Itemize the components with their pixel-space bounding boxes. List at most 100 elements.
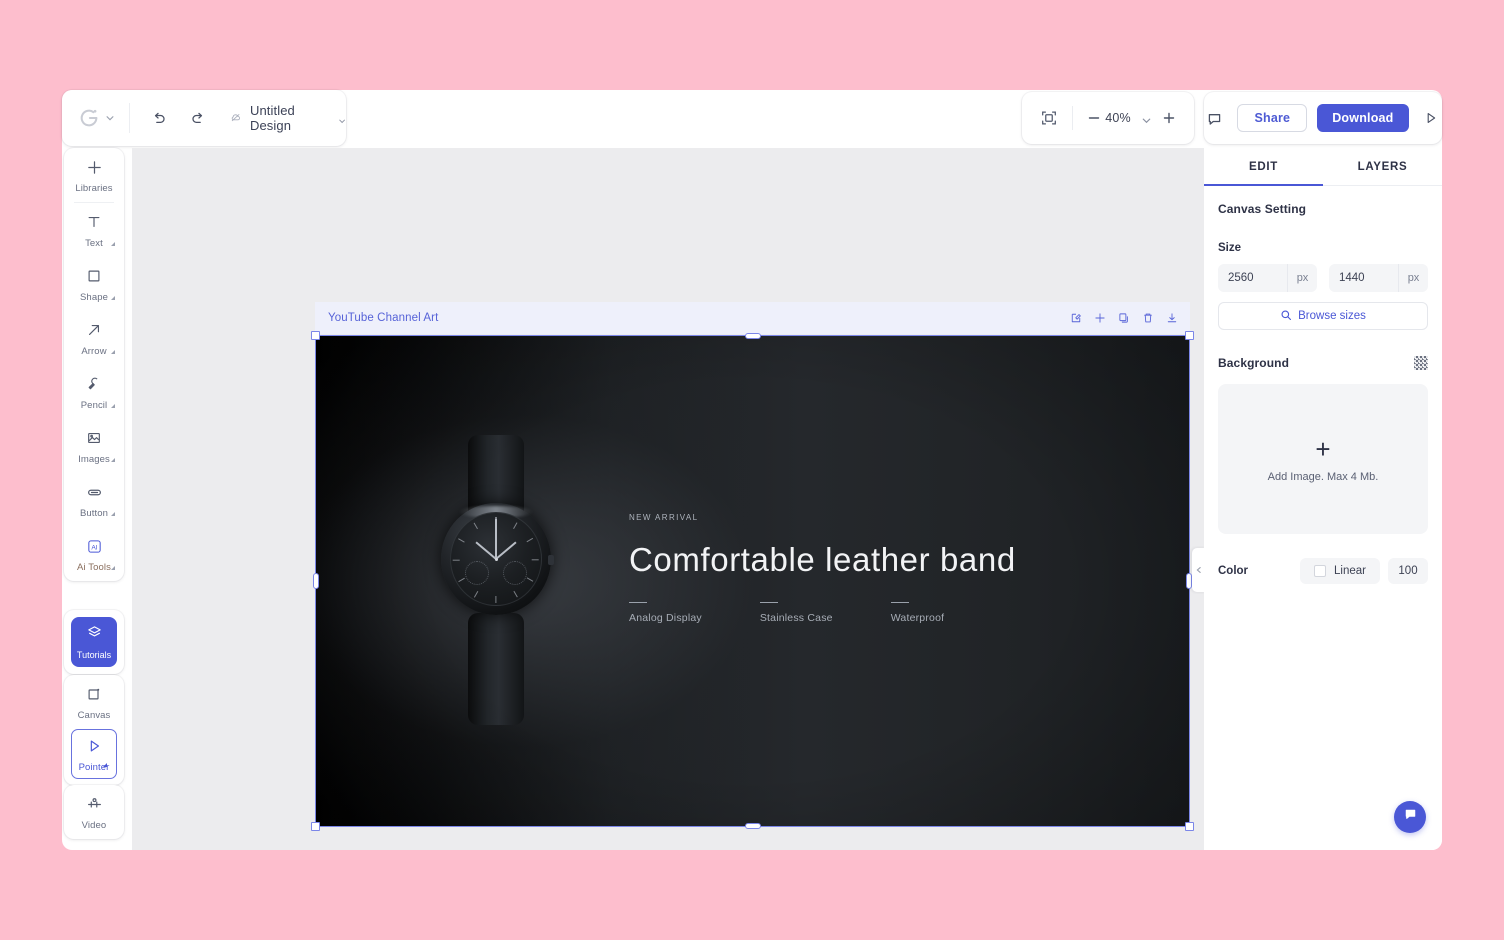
tool-pencil[interactable]: Pencil: [64, 365, 124, 419]
tool-label: Shape: [80, 292, 108, 303]
left-toolbar-video-group: Video: [64, 785, 124, 839]
tool-label: Ai Tools: [77, 562, 111, 573]
download-icon[interactable]: [1165, 311, 1179, 325]
canvas-width-input[interactable]: [1218, 272, 1287, 284]
right-panel: EDIT LAYERS Canvas Setting Size px px: [1204, 148, 1442, 850]
tool-label: Canvas: [77, 710, 111, 721]
image-icon: [86, 427, 102, 449]
browse-sizes-button[interactable]: Browse sizes: [1218, 302, 1428, 330]
chevron-down-icon: [105, 113, 115, 123]
tool-shape[interactable]: Shape: [64, 257, 124, 311]
opacity-field[interactable]: 100: [1388, 558, 1428, 584]
add-icon[interactable]: [1093, 311, 1107, 325]
color-row: Color Linear 100: [1218, 558, 1428, 584]
dropzone-label: Add Image. Max 4 Mb.: [1267, 470, 1379, 483]
left-toolbar-main: Libraries Text Shape Arrow Pencil Images…: [64, 148, 124, 581]
expand-corner-icon: [111, 566, 115, 570]
ai-icon: AI: [86, 535, 103, 557]
delete-icon[interactable]: [1141, 311, 1155, 325]
artboard-tools: [1069, 311, 1179, 325]
chevron-left-icon: [1195, 561, 1203, 579]
duplicate-icon[interactable]: [1117, 311, 1131, 325]
chat-icon: [1403, 807, 1418, 827]
tool-label: Arrow: [81, 346, 107, 357]
panel-tabs: EDIT LAYERS: [1204, 148, 1442, 186]
artboard-canvas[interactable]: NEW ARRIVAL Comfortable leather band Ana…: [315, 335, 1190, 827]
expand-corner-icon: [111, 512, 115, 516]
color-swatch[interactable]: [1314, 565, 1327, 577]
tool-text[interactable]: Text: [64, 203, 124, 257]
tool-libraries[interactable]: Libraries: [64, 148, 124, 202]
tool-images[interactable]: Images: [64, 419, 124, 473]
artboard-name[interactable]: YouTube Channel Art: [328, 312, 438, 324]
size-fields: px px: [1218, 264, 1428, 292]
redo-icon[interactable]: [184, 103, 214, 133]
width-unit: px: [1287, 264, 1317, 292]
tool-video[interactable]: Video: [64, 785, 124, 839]
tool-tutorials[interactable]: Tutorials: [71, 617, 117, 667]
expand-corner-icon: [111, 296, 115, 300]
share-button[interactable]: Share: [1237, 104, 1308, 132]
zoom-controls: 40%: [1022, 92, 1194, 144]
pencil-icon: [86, 373, 102, 395]
tool-label: Tutorials: [76, 650, 112, 660]
text-icon: [86, 211, 102, 233]
tool-ai-tools[interactable]: AI Ai Tools: [64, 527, 124, 581]
tool-arrow[interactable]: Arrow: [64, 311, 124, 365]
canvas-width-field[interactable]: px: [1218, 264, 1317, 292]
edit-icon[interactable]: [1069, 311, 1083, 325]
canvas-workspace[interactable]: YouTube Channel Art: [132, 148, 1206, 850]
tool-label: Video: [81, 820, 107, 831]
top-bar: Untitled Design 40% Share Download: [62, 90, 1442, 146]
zoom-in-button[interactable]: [1162, 111, 1176, 125]
zoom-out-button[interactable]: [1087, 111, 1101, 125]
tab-edit[interactable]: EDIT: [1204, 148, 1323, 186]
topbar-left-cluster: Untitled Design: [62, 90, 346, 146]
arrow-icon: [86, 319, 102, 341]
color-label: Color: [1218, 565, 1249, 577]
comment-icon[interactable]: [1204, 103, 1225, 133]
canvas-icon: [86, 683, 102, 705]
plus-icon: +: [1315, 433, 1331, 464]
search-icon: [1280, 309, 1292, 324]
artboard-header: YouTube Channel Art: [315, 302, 1190, 334]
help-chat-button[interactable]: [1394, 801, 1426, 833]
tool-label: Libraries: [75, 183, 113, 194]
chevron-down-icon[interactable]: [338, 113, 346, 124]
background-image-dropzone[interactable]: + Add Image. Max 4 Mb.: [1218, 384, 1428, 534]
layers-icon: [86, 624, 103, 646]
plus-icon: [86, 156, 103, 178]
download-button[interactable]: Download: [1317, 104, 1409, 132]
document-name-button[interactable]: Untitled Design: [228, 103, 346, 133]
undo-icon[interactable]: [144, 103, 174, 133]
color-mode-label: Linear: [1334, 565, 1366, 577]
svg-text:AI: AI: [91, 544, 97, 551]
square-icon: [86, 265, 102, 287]
color-mode-selector[interactable]: Linear: [1300, 558, 1380, 584]
tool-label: Pencil: [80, 400, 108, 411]
canvas-height-input[interactable]: [1329, 272, 1398, 284]
expand-corner-icon: [111, 350, 115, 354]
chevron-down-icon[interactable]: [1141, 113, 1152, 124]
fit-to-screen-icon[interactable]: [1040, 109, 1058, 127]
tool-canvas[interactable]: Canvas: [64, 675, 124, 729]
topbar-right-cluster: Share Download: [1204, 92, 1442, 144]
size-label: Size: [1218, 242, 1242, 254]
artboard-vignette: [315, 335, 1190, 827]
brand-logo: [78, 107, 100, 129]
expand-corner-icon: [103, 763, 107, 767]
brand-logo-button[interactable]: [62, 107, 129, 129]
tool-button[interactable]: Button: [64, 473, 124, 527]
canvas-height-field[interactable]: px: [1329, 264, 1428, 292]
height-unit: px: [1398, 264, 1428, 292]
background-title: Background: [1218, 356, 1290, 370]
tool-label: Button: [79, 508, 109, 519]
history-controls: [130, 103, 228, 133]
tool-pointer[interactable]: Pointer: [71, 729, 117, 779]
background-header: Background: [1218, 356, 1428, 370]
present-icon[interactable]: [1421, 103, 1442, 133]
panel-body: Canvas Setting Size px px Browse sizes: [1204, 186, 1442, 584]
tab-layers[interactable]: LAYERS: [1323, 148, 1442, 185]
checkerboard-icon[interactable]: [1414, 356, 1428, 370]
video-icon: [86, 793, 103, 815]
